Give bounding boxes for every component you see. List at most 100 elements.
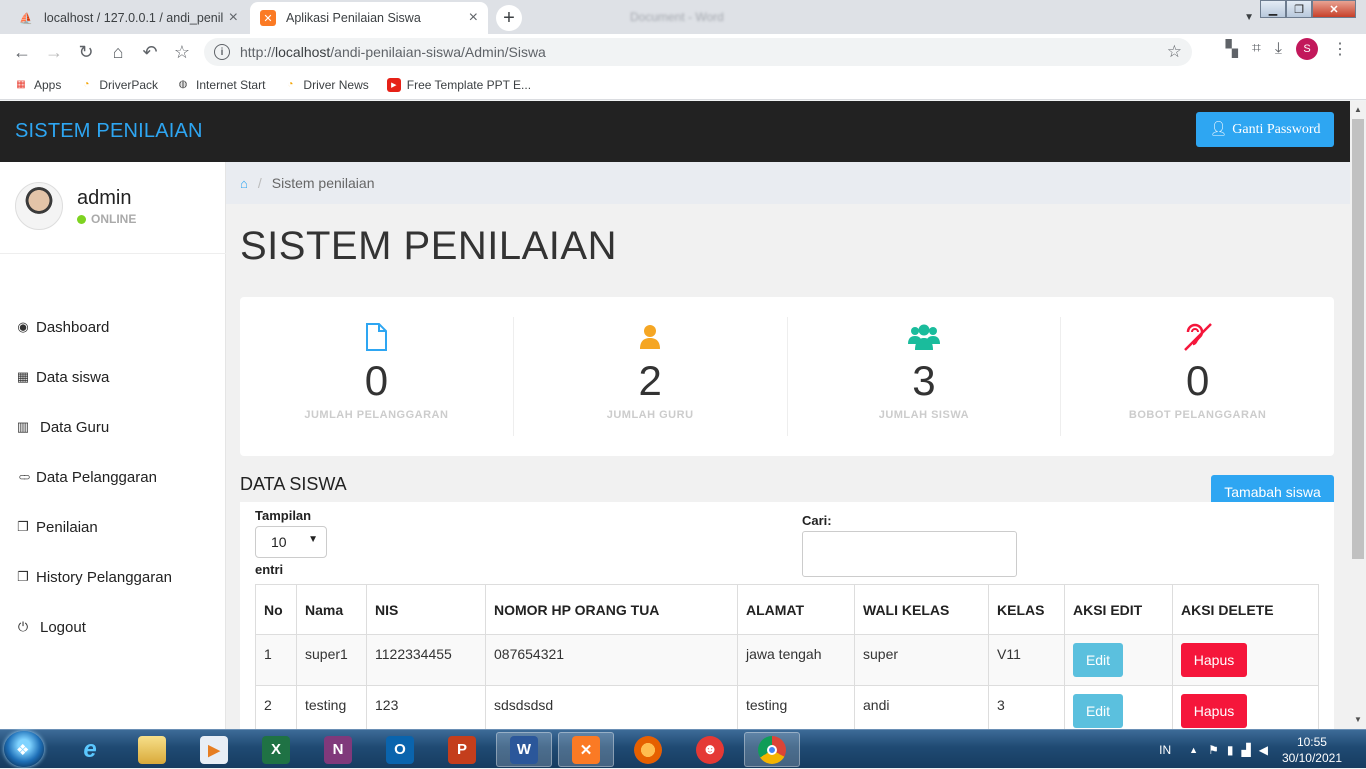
column-header[interactable]: Nama (296, 584, 367, 635)
tab-phpmyadmin[interactable]: ⛵ localhost / 127.0.0.1 / andi_penilaian… (8, 2, 248, 34)
folder-icon (138, 735, 166, 764)
sidebar-item-history-pelanggaran[interactable]: ❐ History Pelanggaran (0, 552, 226, 602)
home-icon[interactable]: ⌂ (240, 176, 248, 191)
sidebar-item-dashboard[interactable]: ◉ Dashboard (0, 302, 226, 352)
taskbar-ie[interactable]: e (62, 732, 118, 767)
bookmark-driver-news[interactable]: ◔ Driver News (283, 78, 368, 92)
app-brand[interactable]: SISTEM PENILAIAN (15, 120, 203, 143)
page-viewport: SISTEM PENILAIAN 👤︎ Ganti Password admin… (0, 101, 1350, 729)
column-header[interactable]: NIS (366, 584, 486, 635)
table-cell: super (854, 634, 989, 686)
action-center-icon[interactable]: ⚑ (1208, 743, 1219, 757)
new-tab-button[interactable]: + (496, 5, 522, 31)
table-cell: 3 (988, 685, 1065, 729)
user-icon: 👤︎ (1209, 122, 1228, 137)
undo-icon[interactable]: ↶ (134, 42, 166, 63)
scroll-up-icon[interactable]: ▲ (1354, 105, 1362, 114)
language-indicator[interactable]: IN (1159, 743, 1171, 757)
extensions-icon[interactable]: ▚ (1226, 39, 1238, 59)
stat-value: 3 (912, 357, 936, 404)
taskbar-firefox[interactable] (620, 732, 676, 767)
column-header[interactable]: AKSI DELETE (1172, 584, 1319, 635)
home-icon[interactable]: ⌂ (102, 42, 134, 63)
star-icon[interactable]: ☆ (1167, 42, 1182, 62)
crop-icon[interactable]: ⌗ (1252, 40, 1261, 58)
globe-icon: ◍ (178, 79, 188, 90)
battery-icon[interactable]: ▮ (1227, 743, 1234, 757)
taskbar-explorer[interactable] (124, 732, 180, 767)
system-tray: IN ▲ ⚑ ▮ ▟ ◀ 10:55 30/10/2021 (1159, 730, 1366, 769)
close-icon[interactable]: × (469, 9, 478, 27)
network-icon[interactable]: ▟ (1241, 743, 1250, 757)
download-icon[interactable]: ⤓ (1275, 40, 1282, 58)
close-icon[interactable]: × (229, 9, 238, 27)
bookmark-apps[interactable]: ▦ Apps (14, 78, 61, 92)
tab-search-icon[interactable]: ▼ (1244, 12, 1254, 23)
taskbar-word[interactable]: W (496, 732, 552, 767)
user-profile: admin ONLINE (0, 162, 226, 254)
address-bar[interactable]: i http://localhost/andi-penilaian-siswa/… (204, 38, 1192, 66)
taskbar-powerpoint[interactable]: P (434, 732, 490, 767)
menu-dots-icon[interactable]: ⋮ (1332, 39, 1348, 59)
clock[interactable]: 10:55 30/10/2021 (1282, 734, 1342, 766)
file-icon (240, 321, 513, 353)
maximize-icon[interactable]: ❐ (1286, 0, 1312, 18)
minimize-icon[interactable]: ▁ (1260, 0, 1286, 18)
column-header[interactable]: AKSI EDIT (1064, 584, 1173, 635)
page-scrollbar[interactable]: ▲ ▼ (1350, 101, 1366, 729)
onenote-icon: N (324, 735, 352, 764)
taskbar-chrome[interactable] (744, 732, 800, 767)
show-hidden-icons-icon[interactable]: ▲ (1189, 745, 1198, 755)
powerpoint-icon: P (448, 735, 476, 764)
edit-button[interactable]: Edit (1073, 643, 1123, 677)
sidebar-item-label: Data Guru (40, 418, 110, 436)
column-header[interactable]: ALAMAT (737, 584, 855, 635)
taskbar-excel[interactable]: X (248, 732, 304, 767)
clock-date: 30/10/2021 (1281, 750, 1342, 765)
back-icon[interactable]: ← (6, 42, 38, 63)
info-icon[interactable]: i (214, 44, 230, 60)
edit-button[interactable]: Edit (1073, 694, 1123, 728)
bookmark-label: Driver News (303, 77, 369, 92)
sidebar-item-label: History Pelanggaran (36, 568, 172, 586)
volume-icon[interactable]: ◀ (1259, 743, 1268, 757)
bookmark-star-icon[interactable]: ☆ (166, 42, 198, 63)
profile-avatar[interactable]: S (1296, 38, 1318, 60)
sidebar-item-data-siswa[interactable]: ▦ Data siswa (0, 352, 226, 402)
table-wrapper: Tampilan 10 ▼ entri Cari: No Nama NIS NO… (240, 502, 1334, 729)
sidebar-item-logout[interactable]: ⏻ Logout (0, 602, 226, 652)
taskbar-media-player[interactable]: ▶ (186, 732, 242, 767)
taskbar-app[interactable]: ☻ (682, 732, 738, 767)
start-button[interactable]: ❖ (4, 731, 44, 767)
column-header[interactable]: No (255, 584, 297, 635)
windows-taskbar: ❖ e ▶ X N O P W ✕ ☻ IN ▲ ⚑ ▮ ▟ ◀ 10:55 3… (0, 729, 1366, 768)
delete-button[interactable]: Hapus (1181, 694, 1247, 728)
tab-aplikasi[interactable]: ✕ Aplikasi Penilaian Siswa × (250, 2, 488, 34)
taskbar-outlook[interactable]: O (372, 732, 428, 767)
scroll-down-icon[interactable]: ▼ (1354, 715, 1362, 724)
search-input[interactable] (802, 531, 1017, 577)
page-length-select[interactable]: 10 ▼ (255, 526, 327, 558)
table-cell: V11 (988, 634, 1065, 686)
column-header[interactable]: WALI KELAS (854, 584, 989, 635)
taskbar-xampp[interactable]: ✕ (558, 732, 614, 767)
reload-icon[interactable]: ↻ (70, 42, 102, 63)
sidebar-item-label: Data siswa (36, 368, 110, 386)
bookmark-driverpack[interactable]: ◔ DriverPack (79, 78, 158, 92)
change-password-button[interactable]: 👤︎ Ganti Password (1196, 112, 1334, 147)
url-host: localhost (275, 44, 331, 60)
bookmark-free-template[interactable]: ▶ Free Template PPT E... (386, 77, 531, 92)
sidebar-item-data-pelanggaran[interactable]: ⊂⊃ Data Pelanggaran (0, 452, 226, 502)
forward-icon[interactable]: → (38, 42, 70, 63)
sidebar-item-data-guru[interactable]: ▥ Data Guru (0, 402, 226, 452)
column-header[interactable]: NOMOR HP ORANG TUA (485, 584, 738, 635)
close-window-icon[interactable]: ✕ (1312, 0, 1356, 18)
delete-button[interactable]: Hapus (1181, 643, 1247, 677)
sidebar-item-penilaian[interactable]: ❐ Penilaian (0, 502, 226, 552)
column-header[interactable]: KELAS (988, 584, 1065, 635)
media-player-icon: ▶ (200, 735, 228, 764)
taskbar-onenote[interactable]: N (310, 732, 366, 767)
breadcrumb-current: Sistem penilaian (271, 175, 375, 191)
scrollbar-thumb[interactable] (1352, 119, 1364, 559)
bookmark-internet-start[interactable]: ◍ Internet Start (176, 78, 266, 92)
